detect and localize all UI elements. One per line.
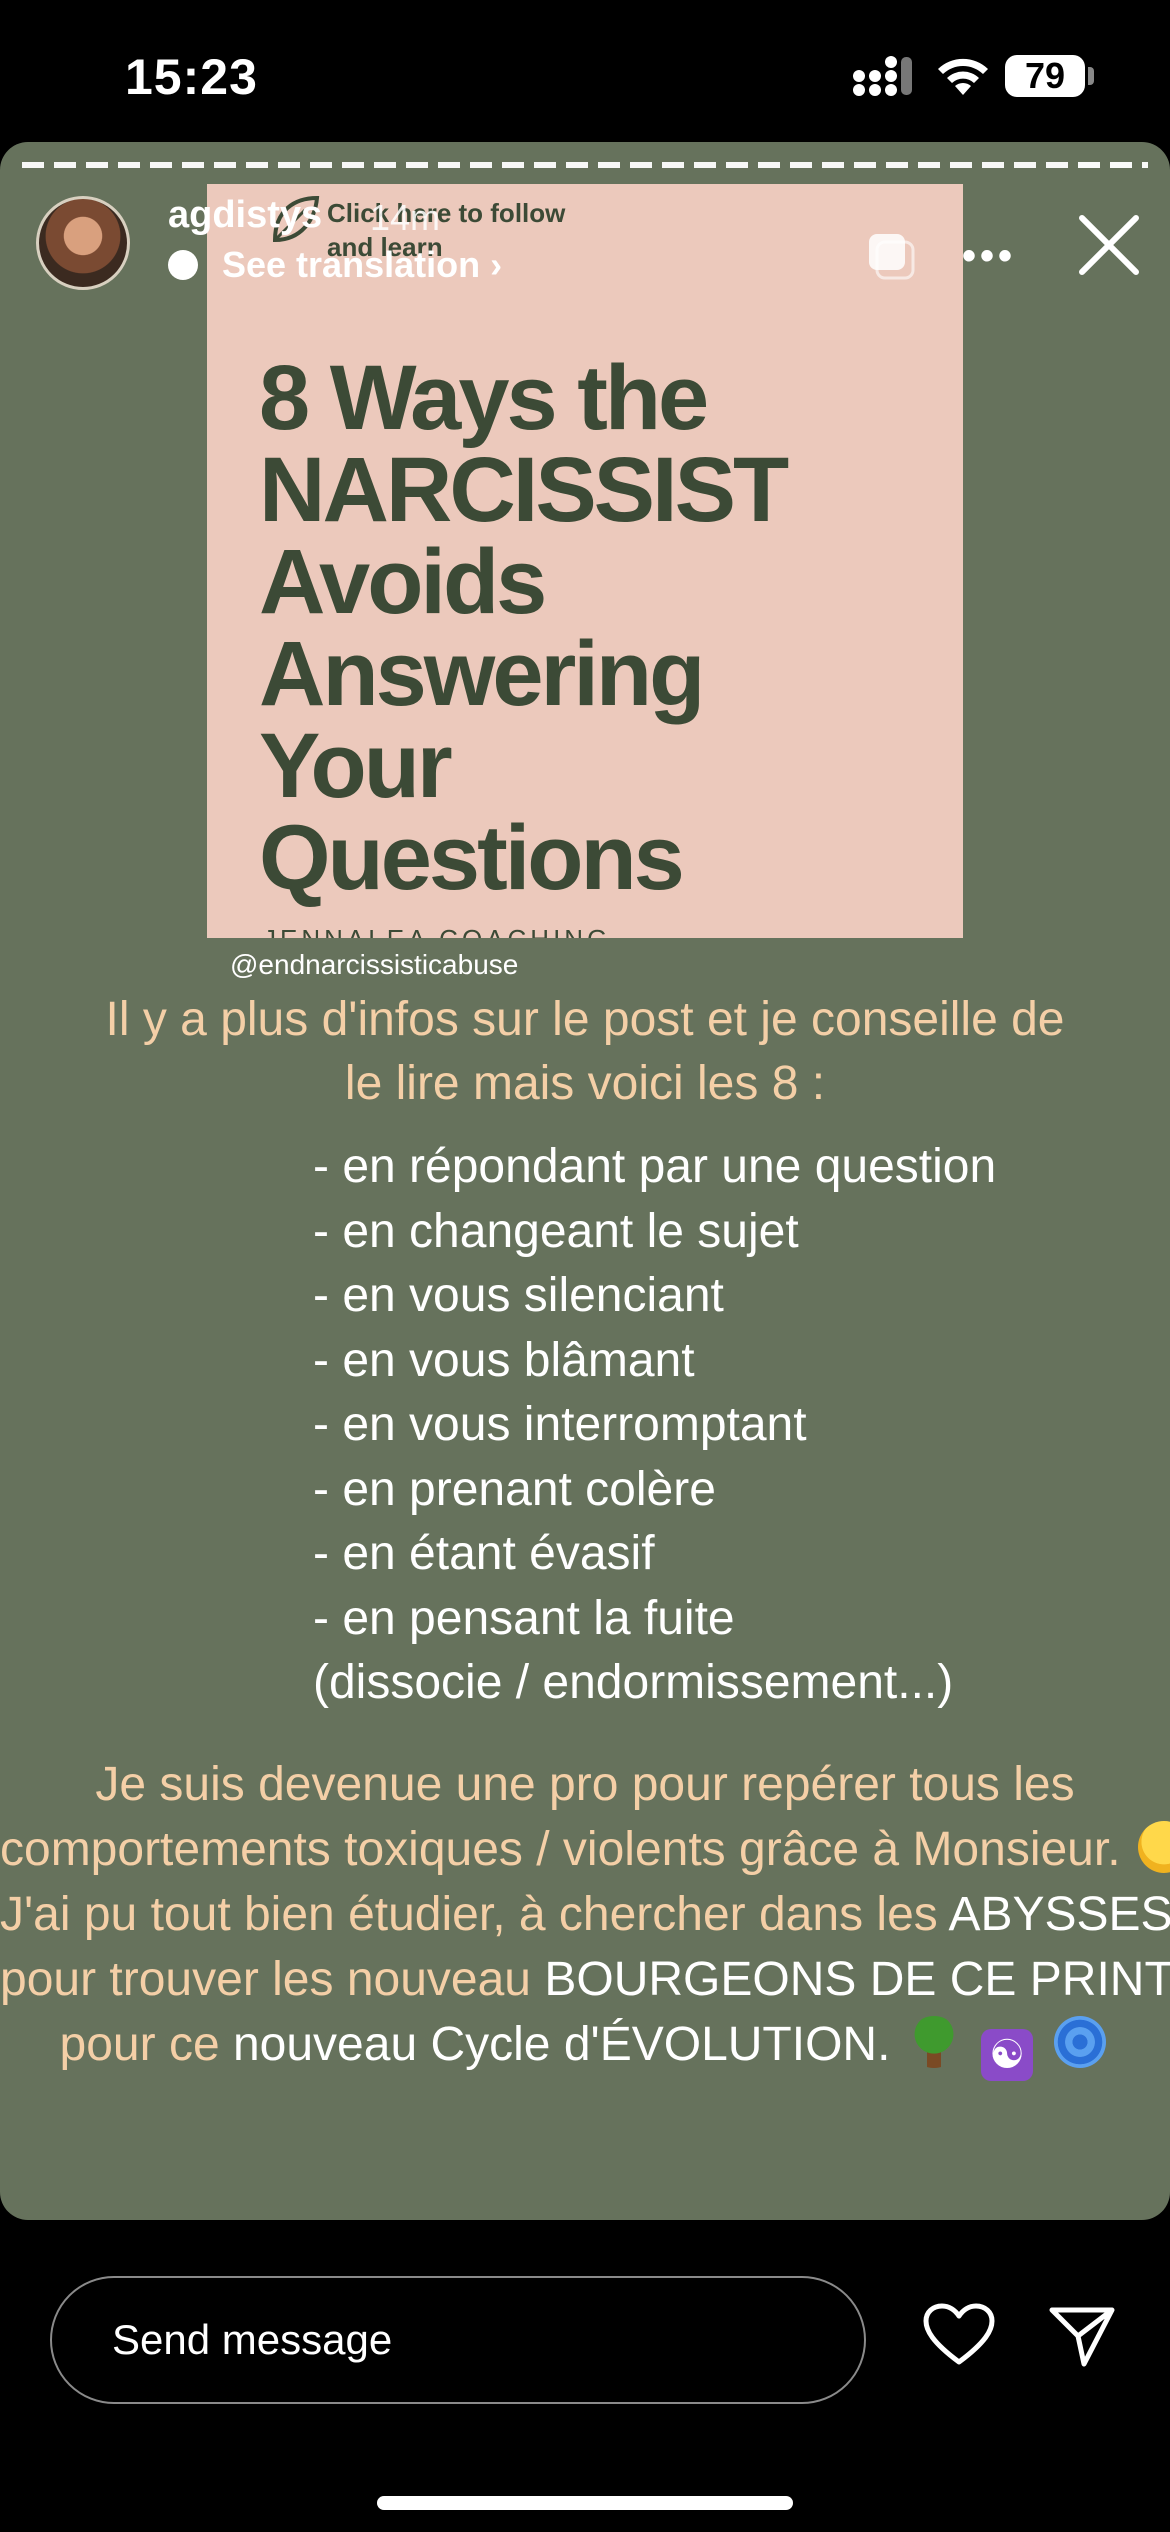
sticker-footer: JENNALEA COACHING — [263, 924, 611, 938]
sticker-title-line: Avoids — [259, 531, 547, 633]
battery-tip — [1088, 67, 1094, 85]
sticker-title-line: Your — [259, 715, 453, 817]
outro-line-highlight: nouveau Cycle d'ÉVOLUTION. — [232, 2018, 891, 2071]
mention-tag[interactable]: @endnarcissisticabuse — [230, 949, 518, 981]
story-progress-remaining — [1078, 162, 1148, 168]
close-icon[interactable] — [1078, 214, 1140, 276]
status-bar: 15:23 79 — [0, 0, 1170, 150]
outro-line-text: pour ce — [59, 2018, 233, 2071]
list-item: - en pensant la fuite — [313, 1591, 735, 1645]
avatar[interactable] — [36, 196, 130, 290]
intro-text: Il y a plus d'infos sur le post et je co… — [0, 988, 1170, 1116]
story-username[interactable]: agdistys — [168, 194, 322, 237]
intro-line: le lire mais voici les 8 : — [344, 1057, 826, 1110]
list-item: - en étant évasif — [313, 1527, 655, 1580]
list-item: - en vous interromptant — [313, 1398, 807, 1451]
embedded-post-sticker[interactable]: Click here to follow and learn 8 Ways th… — [207, 184, 963, 938]
more-options-icon[interactable]: ••• — [962, 234, 1016, 279]
translate-icon — [168, 250, 198, 280]
story-progress-bar — [22, 162, 1148, 168]
like-heart-icon[interactable] — [922, 2302, 996, 2368]
sticker-title-line: Answering — [259, 623, 705, 725]
list-item: - en répondant par une question — [313, 1140, 997, 1193]
story-reply-bar — [0, 2220, 1170, 2532]
tree-icon — [907, 2016, 960, 2068]
outro-text: Je suis devenue une pro pour repérer tou… — [0, 1752, 1170, 2081]
cyclone-icon — [1054, 2016, 1107, 2068]
yin-yang-icon: ☯ — [981, 2029, 1034, 2081]
outro-line: Je suis devenue une pro pour repérer tou… — [95, 1758, 1075, 1811]
sticker-title-line: Questions — [259, 807, 685, 909]
outro-line: comportements toxiques / violents grâce … — [0, 1817, 1170, 1882]
list-item: - en vous blâmant — [313, 1333, 695, 1387]
story-card[interactable]: Click here to follow and learn 8 Ways th… — [0, 142, 1170, 2220]
sticker-title-line: 8 Ways the — [259, 347, 709, 449]
story-time-ago: 14m — [370, 197, 441, 238]
outro-line-highlight: BOURGEONS DE CE PRINTEMPS — [544, 1953, 1170, 2006]
status-time: 15:23 — [125, 49, 258, 105]
cellular-signal-icon — [853, 56, 912, 96]
send-icon[interactable] — [1048, 2304, 1116, 2368]
outro-line-text: J'ai pu tout bien étudier, à chercher da… — [0, 1888, 949, 1941]
home-indicator — [377, 2496, 793, 2510]
send-message-input[interactable] — [50, 2276, 866, 2404]
intro-line: Il y a plus d'infos sur le post et je co… — [105, 993, 1065, 1046]
outro-line-text: pour trouver les nouveau — [0, 1953, 545, 2006]
list-item: - en changeant le sujet — [313, 1204, 799, 1258]
wifi-icon — [938, 58, 988, 95]
ways-list: - en répondant par une question - en cha… — [313, 1135, 996, 1716]
outro-line-highlight: ABYSSES — [948, 1888, 1170, 1941]
sticker-title-line: NARCISSIST — [259, 439, 789, 541]
outro-line: pour ce nouveau Cycle d'ÉVOLUTION. ☯ — [0, 2012, 1170, 2081]
outro-line-text: comportements toxiques / violents grâce … — [0, 1823, 1121, 1876]
outro-line: J'ai pu tout bien étudier, à chercher da… — [0, 1882, 1170, 1947]
list-item: - en prenant colère — [313, 1462, 716, 1516]
sticker-title: 8 Ways the NARCISSIST Avoids Answering Y… — [259, 352, 949, 904]
list-item: (dissocie / endormissement...) — [313, 1656, 954, 1709]
battery-indicator: 79 — [1005, 55, 1085, 97]
sticker-toggle-icon[interactable] — [865, 230, 917, 282]
melting-face-icon — [1137, 1821, 1170, 1873]
outro-line: pour trouver les nouveau BOURGEONS DE CE… — [0, 1947, 1170, 2012]
see-translation-link[interactable]: See translation › — [222, 244, 502, 286]
list-item: - en vous silenciant — [313, 1269, 724, 1322]
